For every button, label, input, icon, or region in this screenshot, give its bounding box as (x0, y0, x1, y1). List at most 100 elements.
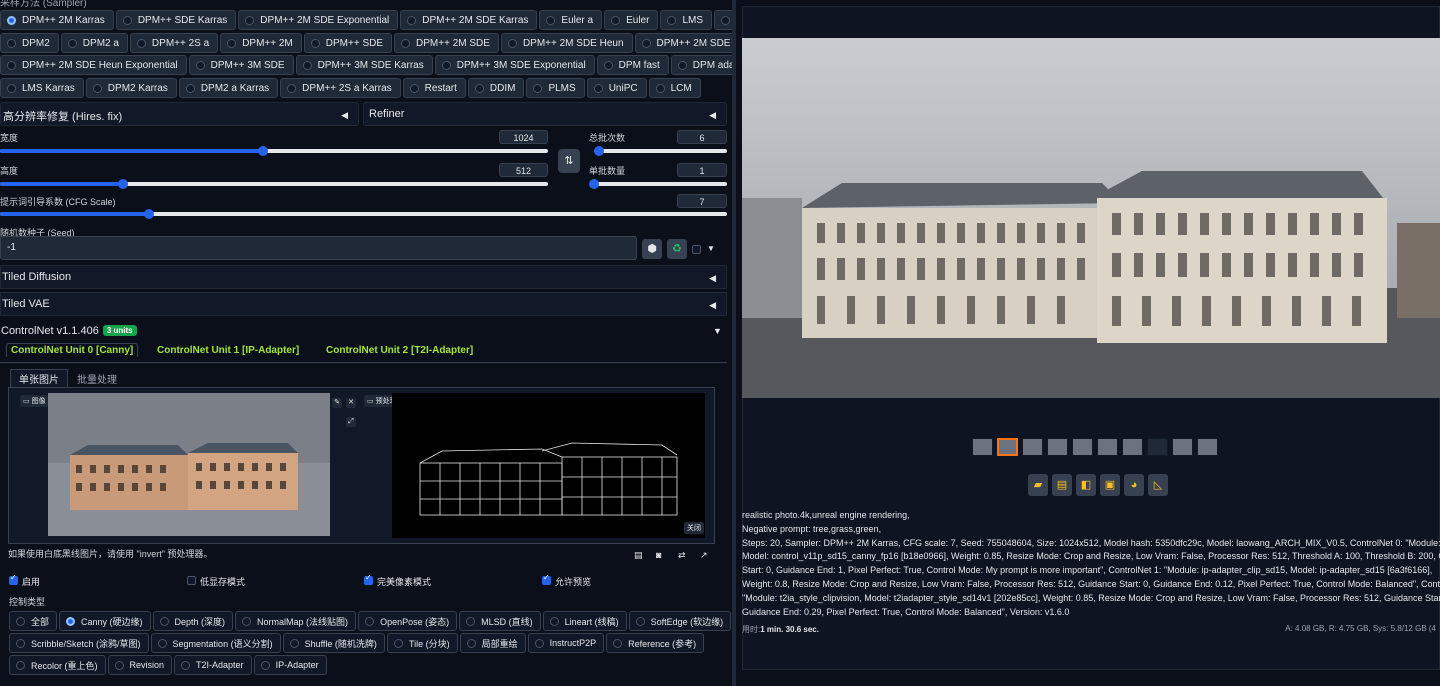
gallery-thumbnail[interactable] (1147, 438, 1168, 456)
generated-image[interactable] (742, 38, 1440, 398)
sampler-option[interactable]: DPM++ 2S a Karras (280, 78, 401, 98)
sampler-option[interactable]: DPM++ 2M Karras (0, 10, 114, 30)
save-button[interactable]: ▤ (1052, 474, 1072, 496)
control-type-option[interactable]: Canny (硬边缘) (59, 611, 151, 631)
sampler-option[interactable]: DPM++ 2S a (129, 33, 219, 53)
control-type-option[interactable]: SoftEdge (软边缘) (628, 611, 732, 631)
sampler-option[interactable]: DPM fast (596, 55, 669, 75)
sampler-option[interactable]: LCM (648, 78, 701, 98)
batch-count-input[interactable]: 6 (677, 130, 727, 144)
gallery-thumbnail[interactable] (1097, 438, 1118, 456)
zip-button[interactable]: ◧ (1076, 474, 1096, 496)
control-type-option[interactable]: 局部重绘 (459, 633, 526, 653)
control-type-option[interactable]: T2I-Adapter (174, 655, 252, 675)
sampler-option[interactable]: DPM++ 2M SDE Heun (500, 33, 633, 53)
sampler-option[interactable]: DPM adaptive (670, 55, 732, 75)
extras-button[interactable]: ◺ (1148, 474, 1168, 496)
tab-batch[interactable]: 批量处理 (77, 371, 117, 386)
control-type-option[interactable]: OpenPose (姿态) (358, 611, 458, 631)
gallery-thumbnail[interactable] (1197, 438, 1218, 456)
allow-preview-checkbox[interactable] (542, 573, 551, 585)
gallery-thumbnail[interactable] (1122, 438, 1143, 456)
sampler-option[interactable]: DPM++ 2M SDE Karras (400, 10, 538, 30)
sampler-option[interactable]: Heun (714, 10, 732, 30)
control-type-option[interactable]: Scribble/Sketch (涂鸦/草图) (9, 633, 149, 653)
sampler-option[interactable]: DPM++ SDE Karras (115, 10, 237, 30)
height-input[interactable]: 512 (499, 163, 548, 177)
tiled-diffusion-accordion[interactable]: Tiled Diffusion ◀ (0, 265, 727, 289)
batch-size-slider[interactable] (589, 179, 727, 189)
control-type-option[interactable]: Reference (参考) (606, 633, 705, 653)
sampler-option[interactable]: UniPC (586, 78, 647, 98)
control-type-option[interactable]: Recolor (重上色) (9, 655, 106, 675)
height-slider[interactable] (0, 179, 548, 189)
cfg-slider[interactable] (0, 209, 727, 219)
control-type-option[interactable]: InstructP2P (527, 633, 605, 653)
control-type-option[interactable]: Segmentation (语义分割) (150, 633, 281, 653)
reuse-seed-button[interactable]: ♻ (667, 239, 687, 259)
sampler-option[interactable]: Euler a (539, 10, 603, 30)
sampler-option[interactable]: DDIM (467, 78, 525, 98)
edit-icon[interactable]: ✎ (332, 398, 342, 408)
sampler-option[interactable]: DPM++ 2M SDE (394, 33, 499, 53)
control-type-option[interactable]: Lineart (线稿) (542, 611, 627, 631)
sampler-option[interactable]: PLMS (526, 78, 585, 98)
gallery-thumbnail[interactable] (1172, 438, 1193, 456)
sampler-option[interactable]: DPM++ 2M (220, 33, 302, 53)
gallery-thumbnail[interactable] (1072, 438, 1093, 456)
width-slider[interactable] (0, 146, 548, 156)
folder-button[interactable]: ▰ (1028, 474, 1048, 496)
sampler-option[interactable]: DPM++ 2M SDE Exponential (238, 10, 399, 30)
enable-checkbox[interactable] (9, 573, 18, 585)
sampler-option[interactable]: LMS (660, 10, 713, 30)
sampler-option[interactable]: DPM++ 3M SDE Karras (295, 55, 433, 75)
tab-single-image[interactable]: 单张图片 (10, 369, 68, 387)
sampler-option[interactable]: Euler (604, 10, 659, 30)
palette-button[interactable]: ◕ (1124, 474, 1144, 496)
control-type-option[interactable]: Revision (107, 655, 173, 675)
control-type-option[interactable]: 全部 (9, 611, 58, 631)
tab-controlnet-unit-0[interactable]: ControlNet Unit 0 [Canny] (6, 343, 139, 357)
gallery-thumbnail[interactable] (997, 438, 1018, 456)
gallery-thumbnail[interactable] (1047, 438, 1068, 456)
width-input[interactable]: 1024 (499, 130, 548, 144)
brush-icon[interactable]: ⤢ (346, 417, 356, 427)
slider-knob[interactable] (594, 146, 605, 156)
sampler-option[interactable]: DPM++ SDE (303, 33, 393, 53)
slider-knob[interactable] (258, 146, 269, 156)
batch-count-slider[interactable] (594, 146, 727, 156)
sampler-option[interactable]: DPM2 a Karras (178, 78, 279, 98)
sampler-option[interactable]: DPM++ 2M SDE Heun Exponential (0, 55, 187, 75)
sampler-option[interactable]: DPM2 a (60, 33, 128, 53)
seed-input[interactable]: -1 (0, 236, 637, 260)
document-icon[interactable]: ▤ (634, 550, 643, 561)
random-seed-button[interactable]: ⬢ (642, 239, 662, 259)
sampler-option[interactable]: DPM++ 3M SDE Exponential (434, 55, 595, 75)
sampler-option[interactable]: LMS Karras (0, 78, 84, 98)
control-type-option[interactable]: NormalMap (法线贴图) (235, 611, 357, 631)
control-type-option[interactable]: Tile (分块) (386, 633, 458, 653)
extra-seed-checkbox[interactable] (692, 245, 701, 254)
control-type-option[interactable]: IP-Adapter (253, 655, 327, 675)
pixel-perfect-checkbox[interactable] (364, 573, 373, 585)
send-icon[interactable]: ↗ (700, 550, 708, 561)
camera-icon[interactable]: ◙ (656, 550, 661, 560)
hires-fix-accordion[interactable]: 高分辨率修复 (Hires. fix) ◀ (0, 102, 359, 126)
image-send-button[interactable]: ▣ (1100, 474, 1120, 496)
gallery-thumbnail[interactable] (972, 438, 993, 456)
low-vram-checkbox[interactable] (187, 576, 196, 585)
tab-controlnet-unit-2[interactable]: ControlNet Unit 2 [T2I-Adapter] (326, 345, 473, 356)
close-preview-button[interactable]: 关闭 (684, 522, 704, 534)
sampler-option[interactable]: DPM++ 2M SDE Heun Karras (634, 33, 732, 53)
control-type-option[interactable]: Depth (深度) (152, 611, 234, 631)
tiled-vae-accordion[interactable]: Tiled VAE ◀ (0, 292, 727, 316)
dropdown-arrow-icon[interactable]: ▼ (707, 244, 715, 253)
slider-knob[interactable] (144, 209, 155, 219)
sampler-option[interactable]: DPM2 (0, 33, 59, 53)
expand-icon[interactable]: ▼ (713, 326, 722, 336)
control-type-option[interactable]: MLSD (直线) (459, 611, 541, 631)
gallery-thumbnail[interactable] (1022, 438, 1043, 456)
swap-dimensions-button[interactable]: ⇅ (558, 149, 580, 173)
sampler-option[interactable]: DPM2 Karras (85, 78, 177, 98)
input-image[interactable] (48, 393, 330, 536)
